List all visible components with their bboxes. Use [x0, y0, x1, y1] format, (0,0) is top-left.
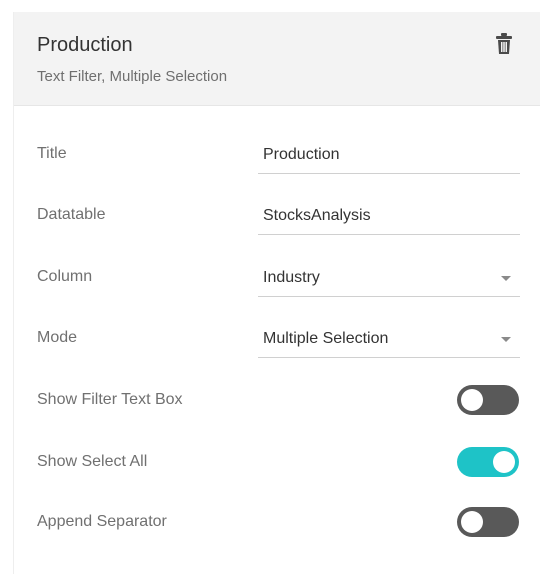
datatable-row: Datatable StocksAnalysis	[14, 195, 540, 239]
mode-row: Mode Multiple Selection	[14, 318, 540, 362]
show-select-all-row: Show Select All	[14, 440, 540, 484]
show-select-all-toggle[interactable]	[457, 447, 519, 477]
show-select-all-label: Show Select All	[37, 453, 148, 470]
show-filter-text-box-row: Show Filter Text Box	[14, 378, 540, 422]
chevron-down-icon	[501, 337, 511, 342]
column-row: Column Industry	[14, 257, 540, 301]
column-select-value: Industry	[263, 269, 320, 286]
panel-subtitle: Text Filter, Multiple Selection	[37, 68, 228, 85]
append-separator-label: Append Separator	[37, 513, 167, 530]
delete-button[interactable]	[493, 32, 515, 56]
toggle-knob	[493, 451, 515, 473]
show-filter-text-box-toggle[interactable]	[457, 385, 519, 415]
mode-select[interactable]: Multiple Selection	[258, 322, 520, 358]
show-filter-text-box-label: Show Filter Text Box	[37, 391, 183, 408]
append-separator-row: Append Separator	[14, 501, 540, 545]
trash-icon	[496, 33, 512, 54]
title-input-value: Production	[263, 146, 340, 163]
title-row: Title Production	[14, 134, 540, 178]
column-label: Column	[37, 268, 93, 285]
mode-select-value: Multiple Selection	[263, 330, 389, 347]
toggle-knob	[461, 389, 483, 411]
datatable-field: StocksAnalysis	[258, 199, 520, 235]
datatable-value: StocksAnalysis	[263, 207, 371, 224]
title-label: Title	[37, 145, 67, 162]
toggle-knob	[461, 511, 483, 533]
column-select[interactable]: Industry	[258, 261, 520, 297]
filter-settings-panel: Production Text Filter, Multiple Selecti…	[13, 12, 540, 574]
append-separator-toggle[interactable]	[457, 507, 519, 537]
panel-header: Production Text Filter, Multiple Selecti…	[14, 12, 540, 106]
datatable-label: Datatable	[37, 206, 106, 223]
title-input[interactable]: Production	[258, 138, 520, 174]
chevron-down-icon	[501, 276, 511, 281]
panel-title: Production	[37, 34, 133, 56]
mode-label: Mode	[37, 329, 78, 346]
